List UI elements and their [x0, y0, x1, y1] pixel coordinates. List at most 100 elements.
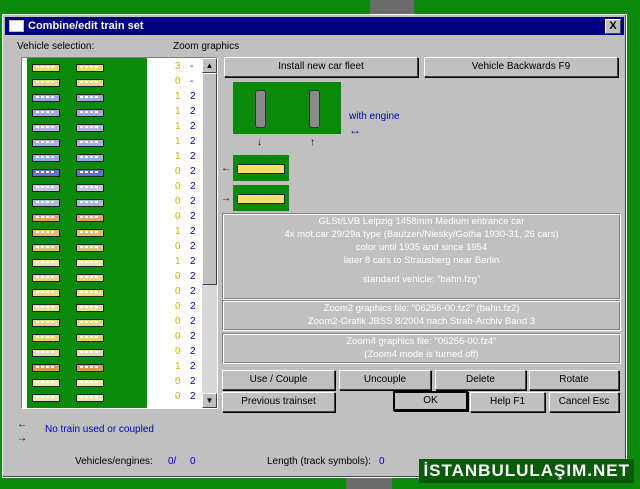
- zoom-count-2: 2: [190, 226, 196, 237]
- list-item[interactable]: 02: [22, 179, 200, 195]
- list-item[interactable]: 02: [22, 314, 200, 330]
- zoom4-line-2: (Zoom4 mode is turned off): [364, 349, 479, 360]
- install-car-fleet-button[interactable]: Install new car fleet: [224, 57, 418, 77]
- vehicle-thumbnail: [76, 124, 104, 132]
- window-title: Combine/edit train set: [28, 20, 144, 32]
- zoom-count-1: 3: [175, 61, 181, 72]
- zoom-count-1: 0: [175, 316, 181, 327]
- list-item[interactable]: 12: [22, 119, 200, 135]
- vehicle-backwards-button[interactable]: Vehicle Backwards F9: [424, 57, 618, 77]
- zoom-count-2: -: [190, 76, 194, 87]
- vehicle-thumbnail: [76, 184, 104, 192]
- scroll-down-button[interactable]: ▼: [202, 393, 217, 408]
- title-bar[interactable]: Combine/edit train set X: [5, 17, 624, 35]
- info-line-4: later 8 cars to Strausberg near Berlin: [343, 255, 500, 266]
- vehicle-thumbnail: [32, 349, 60, 357]
- side-view-car-left: [237, 164, 285, 174]
- vehicle-thumbnail: [32, 184, 60, 192]
- zoom-count-2: 2: [190, 331, 196, 342]
- vehicle-thumbnail: [76, 169, 104, 177]
- vehicle-list-scrollbar[interactable]: ▲ ▼: [202, 58, 217, 408]
- zoom-count-1: 1: [175, 226, 181, 237]
- list-item[interactable]: 12: [22, 134, 200, 150]
- vehicles-count: 0/: [168, 456, 177, 467]
- vehicle-list[interactable]: 3-0-121212121202020202120212020202020202…: [21, 57, 218, 409]
- window-icon: [9, 20, 24, 32]
- previous-trainset-button[interactable]: Previous trainset: [222, 392, 335, 412]
- zoom-count-1: 0: [175, 331, 181, 342]
- list-item[interactable]: 0-: [22, 74, 200, 90]
- vehicle-thumbnail: [32, 94, 60, 102]
- zoom-count-2: 2: [190, 136, 196, 147]
- rotate-button[interactable]: Rotate: [529, 370, 619, 390]
- scroll-thumb[interactable]: [202, 73, 217, 285]
- vehicle-thumbnail: [76, 139, 104, 147]
- list-item[interactable]: 02: [22, 374, 200, 390]
- uncouple-button[interactable]: Uncouple: [339, 370, 431, 390]
- close-button[interactable]: X: [605, 19, 621, 34]
- length-value: 0: [379, 456, 385, 467]
- list-item[interactable]: 12: [22, 254, 200, 270]
- zoom-count-2: 2: [190, 286, 196, 297]
- zoom-count-1: 1: [175, 256, 181, 267]
- list-item[interactable]: 02: [22, 194, 200, 210]
- help-button[interactable]: Help F1: [470, 392, 545, 412]
- info-line-2: 4x mot.car 29/29a type (Bautzen/Niesky/G…: [284, 229, 559, 240]
- list-item[interactable]: 12: [22, 149, 200, 165]
- zoom-count-1: 0: [175, 301, 181, 312]
- scroll-up-button[interactable]: ▲: [202, 58, 217, 73]
- info-line-5: standard vehicle: "bahn.fzg": [362, 274, 481, 285]
- vehicle-thumbnail: [32, 289, 60, 297]
- ok-button[interactable]: OK: [393, 391, 468, 411]
- vehicle-top-view-engine: [255, 90, 266, 128]
- cancel-button[interactable]: Cancel Esc: [549, 392, 619, 412]
- zoom-count-2: 2: [190, 376, 196, 387]
- list-item[interactable]: 02: [22, 344, 200, 360]
- zoom-count-2: 2: [190, 211, 196, 222]
- zoom2-line-1: Zoom2 graphics file: "06256-00.fz2" (bah…: [323, 303, 520, 314]
- vehicle-thumbnail: [32, 364, 60, 372]
- list-item[interactable]: 02: [22, 269, 200, 285]
- arrow-right-icon: →: [221, 193, 231, 204]
- vehicle-thumbnail: [32, 79, 60, 87]
- zoom-count-2: 2: [190, 316, 196, 327]
- list-item[interactable]: 12: [22, 104, 200, 120]
- use-couple-button[interactable]: Use / Couple: [222, 370, 335, 390]
- vehicle-thumbnail: [32, 304, 60, 312]
- list-item[interactable]: 02: [22, 389, 200, 405]
- list-item[interactable]: 3-: [22, 59, 200, 75]
- zoom-count-2: -: [190, 61, 194, 72]
- list-item[interactable]: 12: [22, 359, 200, 375]
- info-line-1: GLSt/LVB Leipzig 1458mm Medium entrance …: [318, 216, 525, 227]
- vehicle-thumbnail: [32, 154, 60, 162]
- vehicle-thumbnail: [76, 349, 104, 357]
- list-item[interactable]: 02: [22, 209, 200, 225]
- arrow-up-icon: ↑: [310, 137, 315, 148]
- vehicle-thumbnail: [32, 169, 60, 177]
- zoom-count-2: 2: [190, 91, 196, 102]
- delete-button[interactable]: Delete: [435, 370, 526, 390]
- list-item[interactable]: 02: [22, 239, 200, 255]
- list-item[interactable]: 02: [22, 284, 200, 300]
- list-item[interactable]: 12: [22, 89, 200, 105]
- zoom-count-2: 2: [190, 121, 196, 132]
- zoom-count-1: 0: [175, 346, 181, 357]
- vehicle-thumbnail: [76, 394, 104, 402]
- vehicle-thumbnail: [32, 229, 60, 237]
- zoom-count-2: 2: [190, 106, 196, 117]
- zoom4-info-panel: Zoom4 graphics file: "06256-00.fz4" (Zoo…: [222, 333, 621, 364]
- list-item[interactable]: 02: [22, 299, 200, 315]
- list-item[interactable]: 02: [22, 164, 200, 180]
- double-arrow-icon: ↔: [349, 123, 361, 137]
- zoom-count-1: 0: [175, 181, 181, 192]
- vehicle-thumbnail: [32, 139, 60, 147]
- zoom-count-2: 2: [190, 256, 196, 267]
- background-road-top: [370, 0, 414, 14]
- train-arrow-right-icon: →: [17, 433, 27, 444]
- vehicle-thumbnail: [76, 79, 104, 87]
- list-item[interactable]: 02: [22, 329, 200, 345]
- list-item[interactable]: 12: [22, 224, 200, 240]
- with-engine-label: with engine: [349, 111, 400, 122]
- vehicle-thumbnail: [76, 304, 104, 312]
- vehicle-thumbnail: [32, 244, 60, 252]
